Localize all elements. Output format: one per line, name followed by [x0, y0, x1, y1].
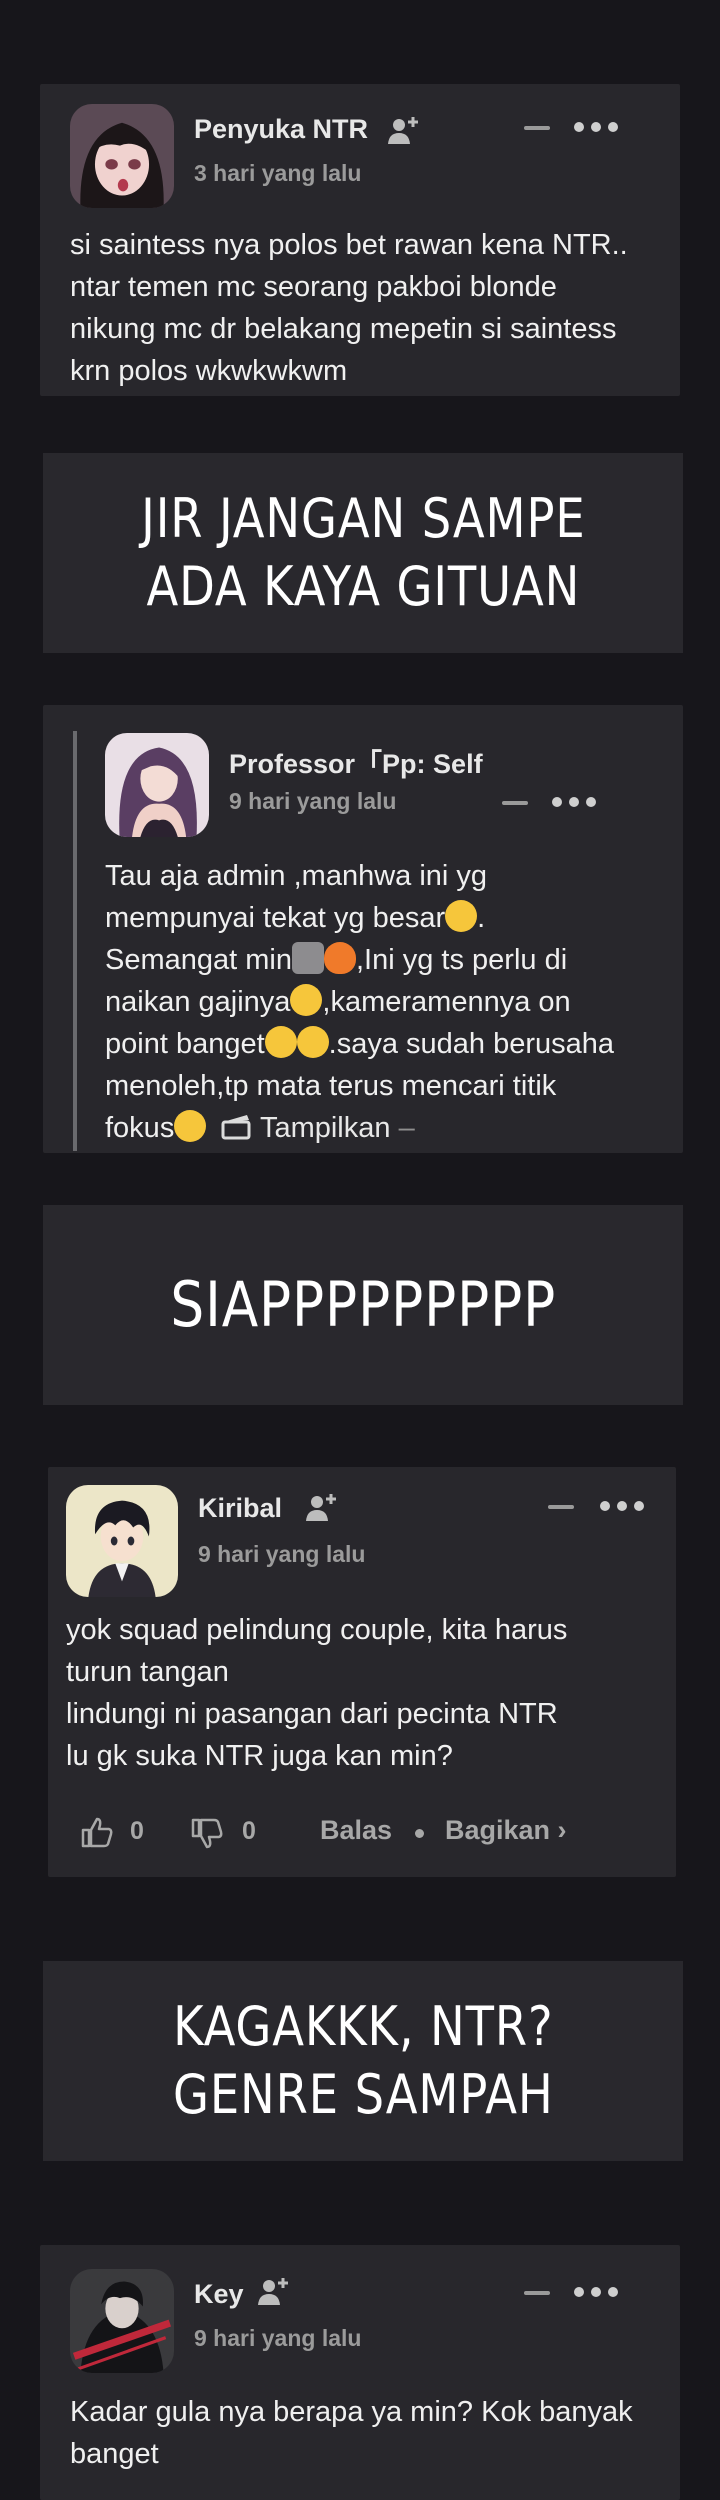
avatar[interactable] [66, 1485, 178, 1597]
comment-line: point banget .saya sudah berusaha [105, 1023, 614, 1065]
comment-actions: 0 0 Balas Bagikan › [80, 1815, 640, 1855]
caption-line: JIR JANGAN SAMPE [140, 487, 586, 550]
comment-line: yok squad pelindung couple, kita harus [66, 1614, 568, 1646]
collapse-icon[interactable] [524, 2291, 550, 2295]
caption-line: SIAPPPPPPPPP [170, 1268, 556, 1341]
thumbs-up-icon[interactable] [80, 1815, 114, 1849]
comment-line: Semangat min ,Ini yg ts perlu di [105, 939, 614, 981]
comment-card-kiribal: Kiribal 9 hari yang lalu yok squad pelin… [48, 1467, 676, 1877]
comment-text: ,kameramennya on [322, 986, 571, 1018]
add-friend-icon[interactable] [304, 1491, 338, 1525]
comment-body: Kadar gula nya berapa ya min? Kok banyak… [70, 2391, 633, 2475]
comment-text: ,Ini yg ts perlu di [356, 944, 568, 976]
comment-line: Tau aja admin ,manhwa ini yg [105, 860, 488, 892]
comment-line: fokus Tampilkan – [105, 1107, 614, 1149]
timestamp: 3 hari yang lalu [194, 160, 362, 186]
more-options-icon[interactable] [600, 1501, 646, 1513]
reply-button[interactable]: Balas [320, 1815, 392, 1846]
timestamp: 9 hari yang lalu [194, 2325, 362, 2351]
comment-line: banget [70, 2438, 159, 2470]
comment-card-penyuka-ntr: Penyuka NTR 3 hari yang lalu si saintess… [40, 84, 680, 396]
caption-text: SIAPPPPPPPPP [170, 1271, 556, 1339]
comment-line: mempunyai tekat yg besar. [105, 897, 614, 939]
comment-text: fokus [105, 1112, 175, 1144]
comment-line: ntar temen mc seorang pakboi blonde [70, 271, 557, 303]
comment-line: menoleh,tp mata terus mencari titik [105, 1070, 557, 1102]
caption-box: SIAPPPPPPPPP [43, 1205, 683, 1405]
comment-line: krn polos wkwkwkwm [70, 355, 348, 387]
caption-box: KAGAKKK, NTR? GENRE SAMPAH [43, 1961, 683, 2161]
comment-line: si saintess nya polos bet rawan kena NTR… [70, 229, 628, 261]
rofl-emoji-icon [296, 1026, 329, 1058]
comment-line: turun tangan [66, 1656, 229, 1688]
comment-text: point banget [105, 1028, 265, 1060]
anime-woman-avatar-icon [105, 733, 209, 837]
collapse-icon[interactable] [524, 126, 550, 130]
anime-boy-avatar-icon [66, 1485, 178, 1597]
username[interactable]: Key [194, 2279, 244, 2310]
comment-text: mempunyai tekat yg besar [105, 902, 446, 934]
comment-text: naikan gajinya [105, 986, 291, 1018]
comment-card-professor: Professor「Pp: Sel⁠f 9 hari yang lalu Tau… [43, 705, 683, 1153]
username[interactable]: Professor「Pp: Sel⁠f [229, 742, 539, 781]
caption-line: ADA KAYA GITUAN [146, 555, 580, 618]
dark-character-avatar-icon [70, 2269, 174, 2373]
more-options-icon[interactable] [574, 2287, 620, 2299]
moai-emoji-icon [292, 942, 324, 974]
avatar[interactable] [105, 733, 209, 837]
like-count: 0 [130, 1817, 144, 1845]
comment-line: Kadar gula nya berapa ya min? Kok banyak [70, 2396, 633, 2428]
fire-emoji-icon [324, 942, 356, 974]
reply-thread-line [73, 731, 77, 1151]
caption-text: JIR JANGAN SAMPE ADA KAYA GITUAN [141, 485, 585, 621]
comment-line: lu gk suka NTR juga kan min? [66, 1740, 453, 1772]
comment-card-key: Key 9 hari yang lalu Kadar gula nya bera… [40, 2245, 680, 2500]
smirk-emoji-icon [445, 900, 478, 932]
avatar[interactable] [70, 104, 174, 208]
show-more-suffix: – [398, 1112, 415, 1144]
dislike-count: 0 [242, 1817, 256, 1845]
username[interactable]: Penyuka NTR [194, 114, 368, 145]
comment-body: si saintess nya polos bet rawan kena NTR… [70, 224, 628, 392]
share-button[interactable]: Bagikan › [445, 1815, 567, 1846]
caption-text: KAGAKKK, NTR? GENRE SAMPAH [173, 1993, 554, 2129]
avatar[interactable] [70, 2269, 174, 2373]
caption-box: JIR JANGAN SAMPE ADA KAYA GITUAN [43, 453, 683, 653]
caption-line: GENRE SAMPAH [172, 2063, 554, 2126]
timestamp: 9 hari yang lalu [229, 788, 397, 814]
comment-text: .saya sudah berusaha [328, 1028, 615, 1060]
comment-text: Semangat min [105, 944, 292, 976]
anime-girl-avatar-icon [70, 104, 174, 208]
clapper-board-icon [221, 1115, 251, 1140]
thumbs-down-icon[interactable] [190, 1817, 224, 1851]
collapse-icon[interactable] [548, 1505, 574, 1509]
more-options-icon[interactable] [574, 122, 620, 134]
timestamp: 9 hari yang lalu [198, 1541, 366, 1567]
comment-body: yok squad pelindung couple, kita harus t… [66, 1609, 567, 1777]
laughing-emoji-icon [174, 1110, 207, 1142]
comment-line: nikung mc dr belakang mepetin si saintes… [70, 313, 617, 345]
more-options-icon[interactable] [552, 797, 598, 809]
comment-text: . [477, 902, 486, 934]
comment-line: lindungi ni pasangan dari pecinta NTR [66, 1698, 558, 1730]
add-friend-icon[interactable] [386, 114, 420, 148]
add-friend-icon[interactable] [256, 2275, 290, 2309]
comment-body: Tau aja admin ,manhwa ini yg mempunyai t… [105, 855, 614, 1149]
caption-line: KAGAKKK, NTR? [172, 1995, 554, 2058]
show-more-link[interactable]: Tampilkan [260, 1112, 391, 1144]
username[interactable]: Kiribal [198, 1493, 282, 1524]
collapse-icon[interactable] [502, 801, 528, 805]
smirk-emoji-icon [264, 1026, 297, 1058]
comment-line: naikan gajinya ,kameramennya on [105, 981, 614, 1023]
grin-emoji-icon [290, 984, 323, 1016]
separator-dot [415, 1829, 424, 1838]
